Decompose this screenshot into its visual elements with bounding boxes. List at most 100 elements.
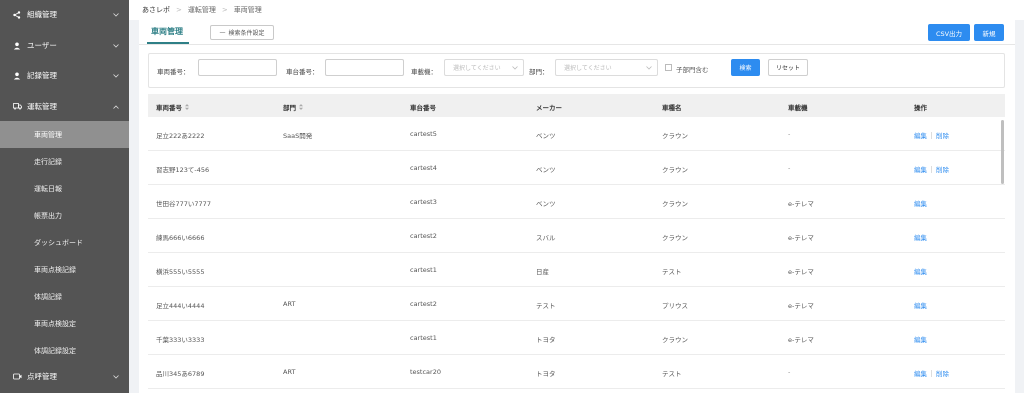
cell-device: - bbox=[788, 130, 791, 138]
sidebar-item-dashboard[interactable]: ダッシュボード bbox=[0, 229, 129, 256]
sidebar-group-label: 組織管理 bbox=[27, 10, 57, 19]
edit-link[interactable]: 編集 bbox=[914, 198, 927, 208]
sidebar-item-health-records[interactable]: 体調記録 bbox=[0, 283, 129, 310]
column-header-actions: 操作 bbox=[914, 104, 927, 112]
cell-maker: ベンツ bbox=[536, 166, 556, 174]
chevron-down-icon bbox=[111, 71, 121, 81]
sidebar-item-driving-records[interactable]: 走行記録 bbox=[0, 148, 129, 175]
breadcrumb-item-current: 車両管理 bbox=[233, 6, 262, 14]
sidebar-item-vehicle-management[interactable]: 車両管理 bbox=[0, 121, 129, 148]
breadcrumb: あさレポ > 運転管理 > 車両管理 bbox=[129, 0, 1024, 20]
csv-export-button[interactable]: CSV出力 bbox=[928, 24, 970, 41]
chevron-down-icon bbox=[512, 65, 518, 72]
tab-active-indicator bbox=[147, 42, 189, 44]
cell-car-number: testcar20 bbox=[410, 368, 441, 376]
vehicle-number-input[interactable] bbox=[198, 59, 277, 76]
table-row: 練馬666い6666 cartest2 スバル クラウン e-テレマ 編集 bbox=[148, 219, 1005, 253]
delete-link[interactable]: 削除 bbox=[936, 368, 949, 378]
new-button[interactable]: 新規 bbox=[974, 24, 1004, 41]
sidebar-group-user[interactable]: ユーザー bbox=[0, 31, 129, 60]
include-sub-departments-label: 子部門含む bbox=[676, 66, 709, 74]
cell-model: テスト bbox=[662, 268, 682, 276]
cell-actions: 編集 削除 bbox=[914, 368, 949, 378]
camera-icon bbox=[12, 372, 22, 382]
table-header: 車両番号 部門 車台番号 メーカー 車種名 車載機 操作 bbox=[148, 94, 1005, 117]
cell-maker: トヨタ bbox=[536, 336, 556, 344]
column-header-label: 車両番号 bbox=[156, 104, 182, 112]
breadcrumb-separator-icon: > bbox=[176, 6, 182, 14]
sidebar-group-roll-call[interactable]: 点呼管理 bbox=[0, 362, 129, 391]
department-select[interactable]: 選択してください bbox=[555, 59, 658, 76]
filter-bar: 車両番号： 車台番号： 車載機： 選択してください 部門： 選択してください 子… bbox=[148, 53, 1005, 88]
edit-link[interactable]: 編集 bbox=[914, 334, 927, 344]
edit-link[interactable]: 編集 bbox=[914, 368, 927, 378]
edit-link[interactable]: 編集 bbox=[914, 130, 927, 140]
reset-button[interactable]: リセット bbox=[768, 59, 808, 76]
sidebar-item-vehicle-inspection-settings[interactable]: 車両点検設定 bbox=[0, 310, 129, 337]
column-header-device: 車載機 bbox=[788, 104, 808, 112]
cell-maker: ベンツ bbox=[536, 132, 556, 140]
sidebar-item-form-output[interactable]: 帳票出力 bbox=[0, 202, 129, 229]
sidebar-item-vehicle-inspection-records[interactable]: 車両点検記録 bbox=[0, 256, 129, 283]
column-header-car-number: 車台番号 bbox=[410, 104, 436, 112]
delete-link[interactable]: 削除 bbox=[936, 130, 949, 140]
filter-settings-button[interactable]: — 検索条件設定 bbox=[210, 25, 274, 40]
cell-maker: 日産 bbox=[536, 268, 549, 276]
device-placeholder: 選択してください bbox=[453, 65, 501, 72]
table-row: 足立222あ2222 SaaS開発 cartest5 ベンツ クラウン - 編集 削除 bbox=[148, 117, 1005, 151]
delete-link[interactable]: 削除 bbox=[936, 164, 949, 174]
cell-maker: トヨタ bbox=[536, 370, 556, 378]
sidebar-group-records[interactable]: 記録管理 bbox=[0, 61, 129, 90]
user-icon bbox=[12, 41, 22, 51]
column-header-maker: メーカー bbox=[536, 104, 562, 112]
action-divider bbox=[931, 165, 932, 173]
action-divider bbox=[931, 131, 932, 139]
cell-vehicle-number: 練馬666い6666 bbox=[156, 234, 205, 242]
cell-actions: 編集 削除 bbox=[914, 130, 949, 140]
device-select[interactable]: 選択してください bbox=[444, 59, 524, 76]
device-label: 車載機： bbox=[411, 68, 437, 76]
edit-link[interactable]: 編集 bbox=[914, 300, 927, 310]
sidebar-group-driving[interactable]: 運転管理 bbox=[0, 92, 129, 121]
breadcrumb-separator-icon: > bbox=[221, 6, 228, 14]
breadcrumb-item-driving[interactable]: 運転管理 bbox=[188, 5, 216, 15]
sidebar-item-health-record-settings[interactable]: 体調記録設定 bbox=[0, 337, 129, 364]
cell-actions: 編集 bbox=[914, 266, 927, 276]
sidebar-group-org[interactable]: 組織管理 bbox=[0, 0, 129, 29]
table-row: 品川345あ6789 ART testcar20 トヨタ テスト - 編集 削除 bbox=[148, 355, 1005, 389]
column-header-vehicle-number[interactable]: 車両番号 bbox=[156, 102, 189, 112]
cell-vehicle-number: 千葉333い3333 bbox=[156, 336, 205, 344]
cell-maker: テスト bbox=[536, 302, 556, 310]
breadcrumb-item-home[interactable]: あさレポ bbox=[142, 5, 170, 15]
table-row: 世田谷777い7777 cartest3 ベンツ クラウン e-テレマ 編集 bbox=[148, 185, 1005, 219]
cell-car-number: cartest1 bbox=[410, 266, 437, 274]
search-button[interactable]: 検索 bbox=[731, 59, 760, 76]
cell-department: ART bbox=[283, 300, 296, 308]
include-sub-departments-checkbox[interactable] bbox=[665, 64, 672, 71]
car-number-label: 車台番号： bbox=[286, 68, 319, 76]
table-row: 横浜555い5555 cartest1 日産 テスト e-テレマ 編集 bbox=[148, 253, 1005, 287]
cell-device: e-テレマ bbox=[788, 336, 814, 344]
cell-vehicle-number: 世田谷777い7777 bbox=[156, 200, 211, 208]
minus-icon: — bbox=[219, 29, 226, 36]
sidebar-item-daily-report[interactable]: 運転日報 bbox=[0, 175, 129, 202]
cell-maker: ベンツ bbox=[536, 200, 556, 208]
table-scrollbar[interactable] bbox=[1001, 120, 1004, 184]
edit-link[interactable]: 編集 bbox=[914, 164, 927, 174]
cell-car-number: cartest2 bbox=[410, 232, 437, 240]
vehicle-number-label: 車両番号： bbox=[157, 68, 190, 76]
cell-device: e-テレマ bbox=[788, 302, 814, 310]
table-row: 習志野123て-456 cartest4 ベンツ クラウン - 編集 削除 bbox=[148, 151, 1005, 185]
column-header-department[interactable]: 部門 bbox=[283, 102, 303, 112]
cell-actions: 編集 bbox=[914, 198, 927, 208]
cell-device: e-テレマ bbox=[788, 200, 814, 208]
share-icon bbox=[12, 10, 22, 20]
edit-link[interactable]: 編集 bbox=[914, 232, 927, 242]
car-number-input[interactable] bbox=[325, 59, 404, 76]
tab-vehicle-management[interactable]: 車両管理 bbox=[151, 26, 183, 37]
cell-car-number: cartest5 bbox=[410, 130, 437, 138]
cell-vehicle-number: 足立444い4444 bbox=[156, 302, 205, 310]
table-row: 千葉333い3333 cartest1 トヨタ クラウン e-テレマ 編集 bbox=[148, 321, 1005, 355]
chevron-down-icon bbox=[111, 372, 121, 382]
edit-link[interactable]: 編集 bbox=[914, 266, 927, 276]
